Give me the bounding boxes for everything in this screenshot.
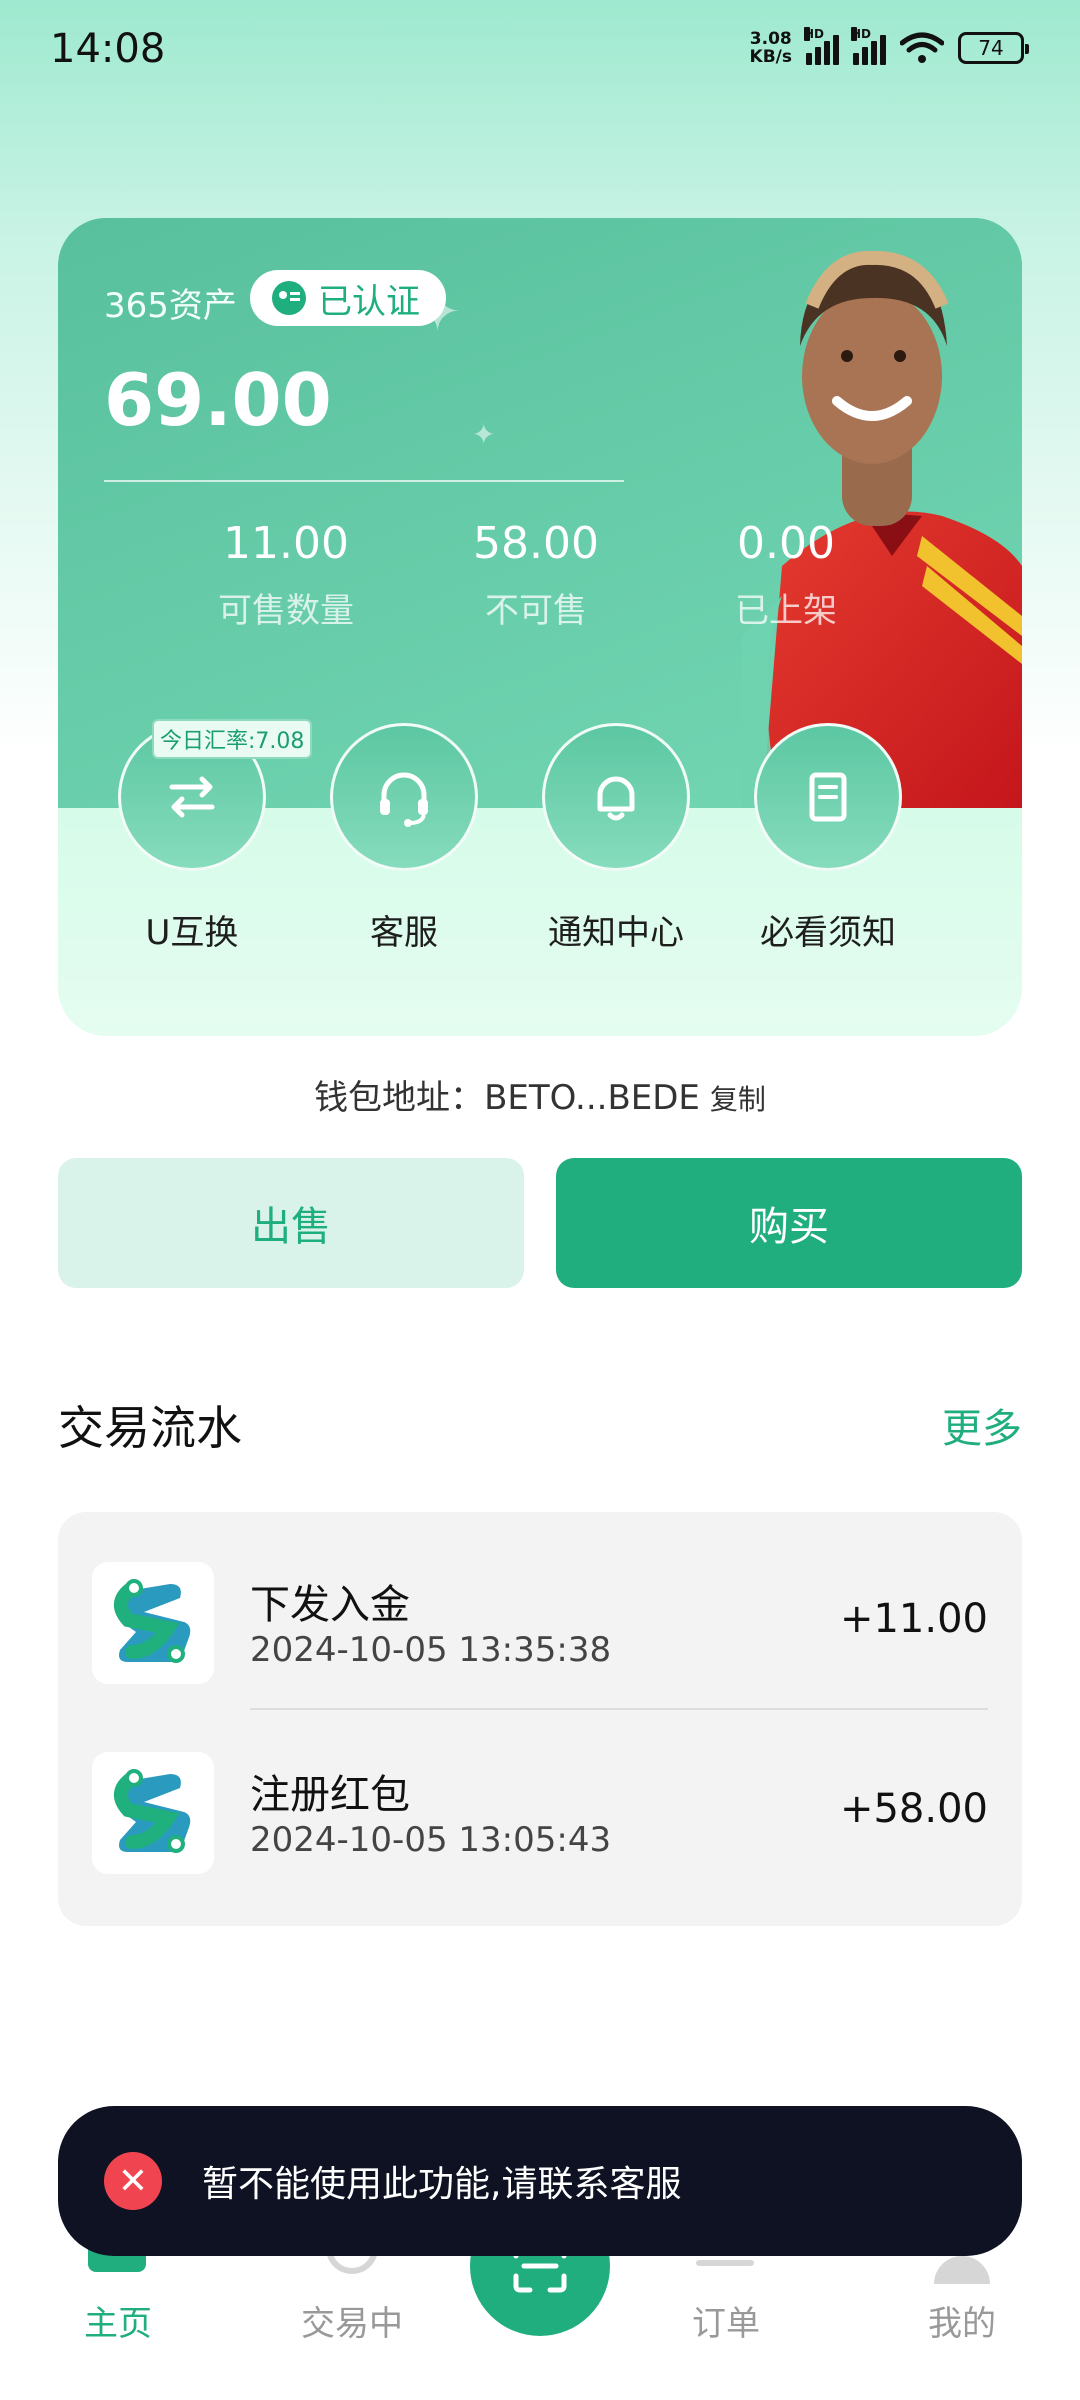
stat-sellable: 11.00 可售数量 [218,518,354,631]
transactions-title: 交易流水 [58,1401,242,1455]
action-u-swap[interactable]: 今日汇率:7.08 U互换 [92,719,313,954]
action-customer-service[interactable]: 客服 [304,723,504,954]
wifi-icon [900,32,944,63]
status-bar: 14:08 3.08 KB/s HD HD 74 [0,0,1080,100]
document-icon [809,772,847,822]
sell-button[interactable]: 出售 [58,1158,524,1288]
nav-trading[interactable]: 交易中 [252,2296,452,2345]
status-time: 14:08 [50,26,166,72]
list-item[interactable]: 下发入金 2024-10-05 13:35:38 +11.00 [58,1512,1022,1692]
headset-icon [380,772,428,827]
stat-unsellable: 58.00 不可售 [473,518,599,631]
wallet-address-value: BETO...BEDE [484,1078,700,1118]
list-item[interactable]: 注册红包 2024-10-05 13:05:43 +58.00 [58,1702,1022,1882]
sparkle-icon: ✦ [472,418,496,451]
nav-home[interactable]: 主页 [18,2296,218,2345]
signal-icon: HD [804,27,839,65]
action-notification-center[interactable]: 通知中心 [516,723,716,954]
divider [104,480,624,482]
swap-arrows-icon [169,776,215,818]
exchange-rate-badge: 今日汇率:7.08 [152,719,313,759]
error-icon: ✕ [104,2152,162,2210]
wallet-address: 钱包地址：BETO...BEDE 复制 [314,1078,766,1118]
bell-icon [597,776,635,821]
transactions-list: 下发入金 2024-10-05 13:35:38 +11.00 注册红包 202… [58,1512,1022,1926]
battery-icon: 74 [958,32,1029,64]
error-toast: ✕ 暂不能使用此功能,请联系客服 [58,2106,1022,2256]
stat-listed: 0.00 已上架 [735,518,837,631]
asset-card: ✦ ✦ 365资产 已认证 69.00 11.00 可售数量 58.00 不可售… [58,218,1022,1036]
more-link[interactable]: 更多 [942,1396,1022,1454]
verified-badge: 已认证 [250,270,446,326]
nav-orders[interactable]: 订单 [626,2296,826,2345]
signal-icon: HD [851,27,886,65]
order-icon[interactable] [696,2260,754,2266]
id-card-icon [272,281,306,315]
app-logo-icon [92,1562,214,1684]
app-logo-icon [92,1752,214,1874]
buy-button[interactable]: 购买 [556,1158,1022,1288]
asset-amount: 69.00 [104,358,332,442]
asset-label: 365资产 [104,286,237,326]
action-must-read[interactable]: 必看须知 [728,723,928,954]
status-icons: 3.08 KB/s HD HD 74 [749,27,1029,67]
copy-button[interactable]: 复制 [710,1083,766,1116]
network-speed: 3.08 KB/s [749,29,792,67]
toast-message: 暂不能使用此功能,请联系客服 [202,2164,682,2205]
nav-profile[interactable]: 我的 [862,2296,1062,2345]
